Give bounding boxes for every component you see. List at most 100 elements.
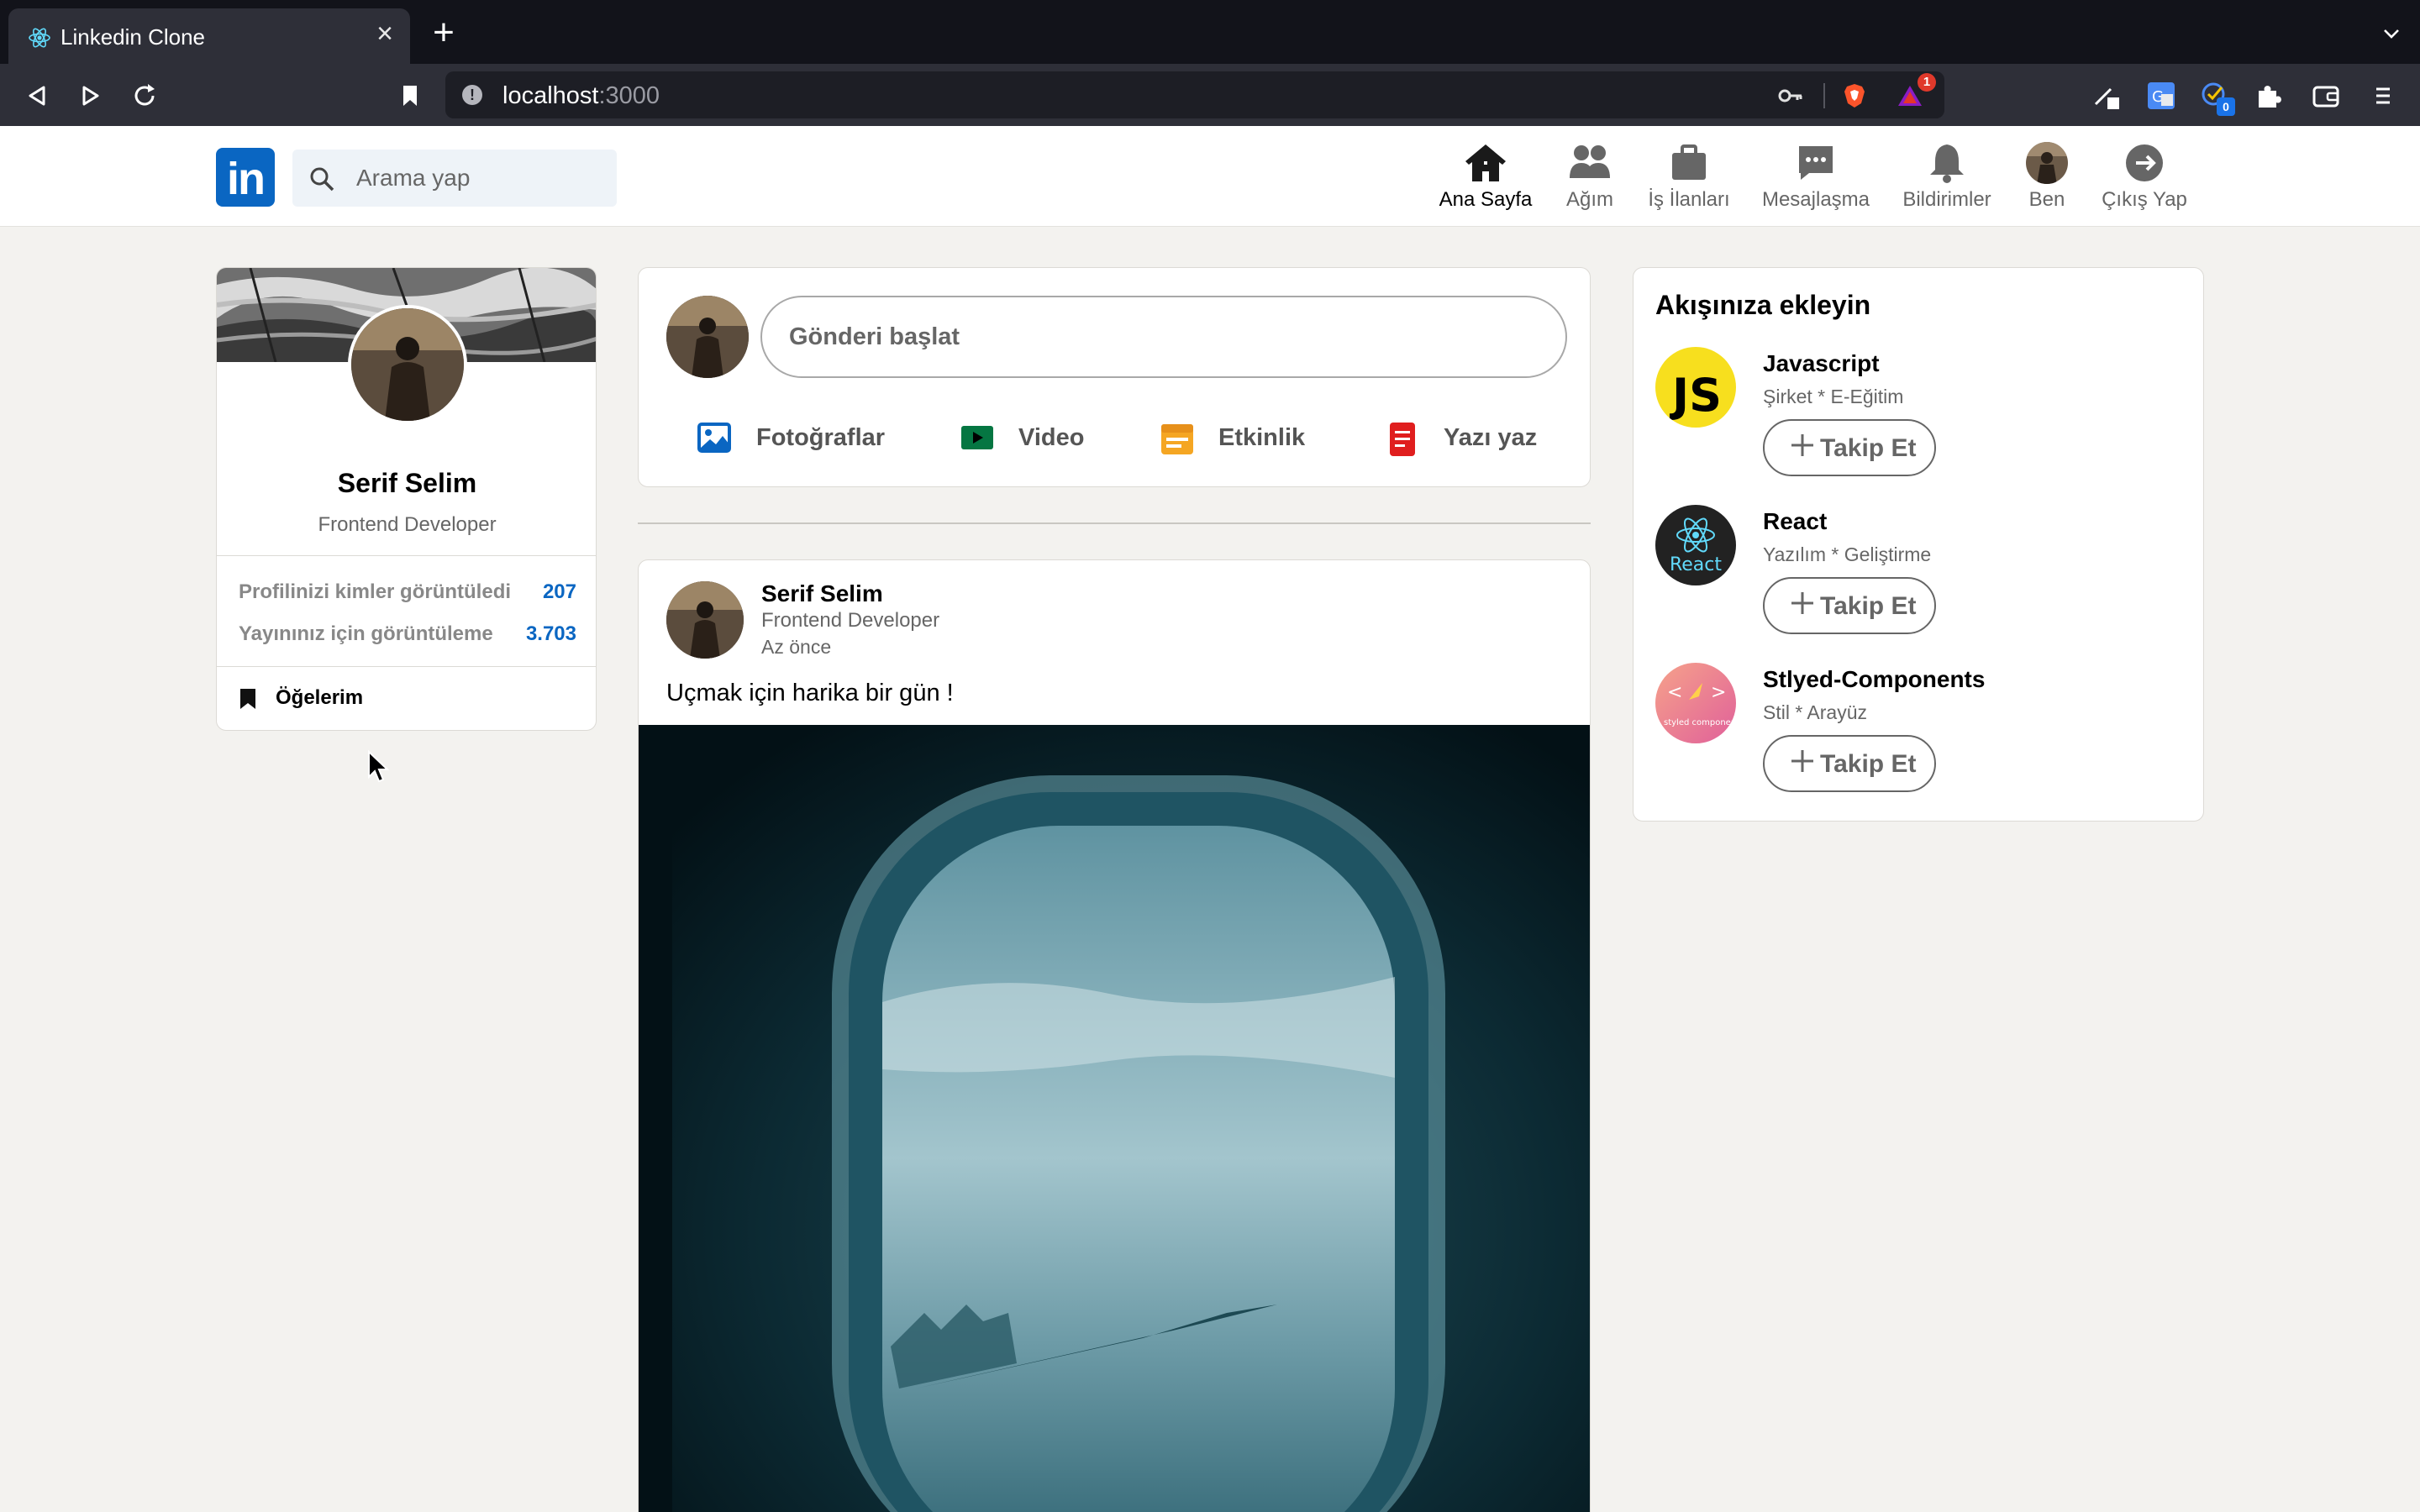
post-author-name[interactable]: Serif Selim — [761, 580, 883, 607]
follow-button-label: Takip Et — [1820, 592, 1917, 620]
follow-name[interactable]: Stlyed-Components — [1763, 666, 1985, 693]
logo-text: styled components — [1664, 718, 1736, 727]
key-icon[interactable] — [1776, 81, 1805, 110]
rewards-badge: 1 — [1918, 73, 1936, 92]
search-box[interactable] — [292, 150, 617, 207]
translate-icon[interactable]: G — [2144, 79, 2178, 113]
profile-card: Serif Selim Frontend Developer Profilini… — [216, 267, 597, 731]
bookmark-icon — [240, 689, 255, 709]
follow-button-label: Takip Et — [1820, 434, 1917, 462]
stat-label: Profilinizi kimler görüntüledi — [239, 580, 512, 603]
follow-heading: Akışınıza ekleyin — [1655, 290, 1871, 320]
back-icon[interactable] — [20, 79, 54, 113]
reload-icon[interactable] — [128, 79, 161, 113]
browser-tabstrip: Linkedin Clone × + — [0, 0, 2420, 64]
stat-value: 3.703 — [525, 622, 576, 645]
nav-network-label: Ağım — [1565, 188, 1613, 211]
new-tab-button[interactable]: + — [429, 14, 459, 51]
address-bar[interactable]: ! localhost:3000 1 — [445, 71, 1944, 118]
wallet-icon[interactable] — [2309, 79, 2343, 113]
react-logo[interactable]: React — [1655, 505, 1736, 585]
follow-item: React React Yazılım * Geliştirme Takip E… — [1655, 505, 2193, 648]
nav-jobs[interactable]: İş İlanları — [1642, 141, 1736, 217]
post-image[interactable] — [639, 725, 1591, 1512]
nav-notifications[interactable]: Bildirimler — [1901, 141, 1993, 217]
url-host: localhost — [502, 82, 599, 109]
mouse-cursor-icon — [368, 750, 389, 783]
styled-components-logo[interactable]: < > styled components — [1655, 663, 1736, 743]
post-views-stat[interactable]: Yayınınız için görüntüleme 3.703 — [239, 622, 576, 646]
nav-home[interactable]: Ana Sayfa — [1434, 141, 1538, 217]
menu-icon[interactable] — [2366, 79, 2400, 113]
post-author-title: Frontend Developer — [761, 609, 940, 632]
nav-messaging[interactable]: Mesajlaşma — [1761, 141, 1870, 217]
my-items-label: Öğelerim — [276, 686, 364, 709]
react-logo-mark: React — [1670, 517, 1722, 575]
chevron-down-icon[interactable] — [2381, 24, 2402, 44]
post-author-avatar[interactable] — [666, 581, 744, 659]
avatar-photo — [351, 308, 464, 421]
browser-toolbar: ! localhost:3000 1 G 0 — [0, 64, 2420, 126]
puzzle-extensions-icon[interactable] — [2252, 79, 2286, 113]
briefcase-icon — [1672, 144, 1706, 180]
video-icon — [961, 426, 993, 449]
follow-button[interactable]: Takip Et — [1763, 735, 1936, 792]
follow-name[interactable]: React — [1763, 508, 1827, 535]
brave-shield-icon[interactable] — [1840, 81, 1869, 110]
photo-button[interactable]: Fotoğraflar — [697, 412, 891, 463]
nav-network[interactable]: Ağım — [1563, 141, 1617, 217]
pen-extension-icon[interactable] — [2089, 79, 2123, 113]
follow-suggestions-card: Akışınıza ekleyin JS Javascript Şirket *… — [1633, 267, 2204, 822]
divider — [217, 555, 596, 556]
follow-subtitle: Şirket * E-Eğitim — [1763, 386, 1904, 407]
people-icon — [1570, 145, 1610, 178]
site-info-icon[interactable]: ! — [462, 85, 482, 105]
post-text: Uçmak için harika bir gün ! — [666, 680, 954, 706]
profile-name[interactable]: Serif Selim — [217, 468, 596, 499]
tab-title: Linkedin Clone — [60, 24, 206, 50]
nav-logout[interactable]: Çıkış Yap — [2097, 141, 2191, 217]
nav-logout-label: Çıkış Yap — [2102, 188, 2187, 211]
avatar-photo — [666, 581, 744, 659]
tab-close-icon[interactable]: × — [370, 18, 400, 49]
url-text[interactable]: localhost:3000 — [502, 82, 660, 110]
profile-views-stat[interactable]: Profilinizi kimler görüntüledi 207 — [239, 580, 576, 604]
write-article-button[interactable]: Yazı yaz — [1385, 412, 1553, 463]
nav-me[interactable]: Ben — [2023, 141, 2070, 217]
plus-icon — [1791, 592, 1813, 614]
stat-label: Yayınınız için görüntüleme — [239, 622, 493, 645]
start-post-button[interactable]: Gönderi başlat — [760, 296, 1567, 378]
react-favicon-icon — [29, 28, 50, 48]
event-label: Etkinlik — [1218, 424, 1306, 451]
article-icon — [1390, 423, 1415, 456]
javascript-logo[interactable]: JS — [1655, 347, 1736, 428]
bookmark-icon[interactable] — [393, 79, 427, 113]
follow-subtitle: Yazılım * Geliştirme — [1763, 543, 1932, 565]
javascript-logo-mark: JS — [1669, 369, 1722, 422]
post-card: Serif Selim Frontend Developer Az önce U… — [638, 559, 1591, 1512]
post-timestamp: Az önce — [761, 636, 832, 658]
search-input[interactable] — [356, 150, 608, 207]
forward-icon[interactable] — [74, 79, 108, 113]
follow-subtitle: Stil * Arayüz — [1763, 701, 1867, 723]
nav-home-label: Ana Sayfa — [1439, 188, 1533, 211]
follow-button[interactable]: Takip Et — [1763, 419, 1936, 476]
share-box: Gönderi başlat Fotoğraflar Video Etkinli… — [638, 267, 1591, 487]
logo-text: JS — [1669, 369, 1722, 422]
profile-avatar[interactable] — [348, 305, 467, 424]
nav-messaging-label: Mesajlaşma — [1761, 188, 1870, 211]
todo-badge: 0 — [2217, 97, 2235, 116]
logout-icon — [2126, 144, 2163, 181]
follow-button[interactable]: Takip Et — [1763, 577, 1936, 634]
app-header: in Ana Sayfa Ağım İş İlanları — [0, 126, 2420, 227]
avatar-photo — [666, 296, 749, 378]
follow-name[interactable]: Javascript — [1763, 350, 1880, 377]
write-article-label: Yazı yaz — [1444, 424, 1538, 451]
separator — [1823, 83, 1825, 108]
linkedin-logo[interactable]: in — [216, 148, 275, 207]
browser-tab[interactable]: Linkedin Clone × — [8, 8, 410, 64]
video-label: Video — [1018, 424, 1085, 451]
video-button[interactable]: Video — [960, 412, 1094, 463]
event-button[interactable]: Etkinlik — [1160, 412, 1319, 463]
profile-title: Frontend Developer — [318, 513, 497, 536]
